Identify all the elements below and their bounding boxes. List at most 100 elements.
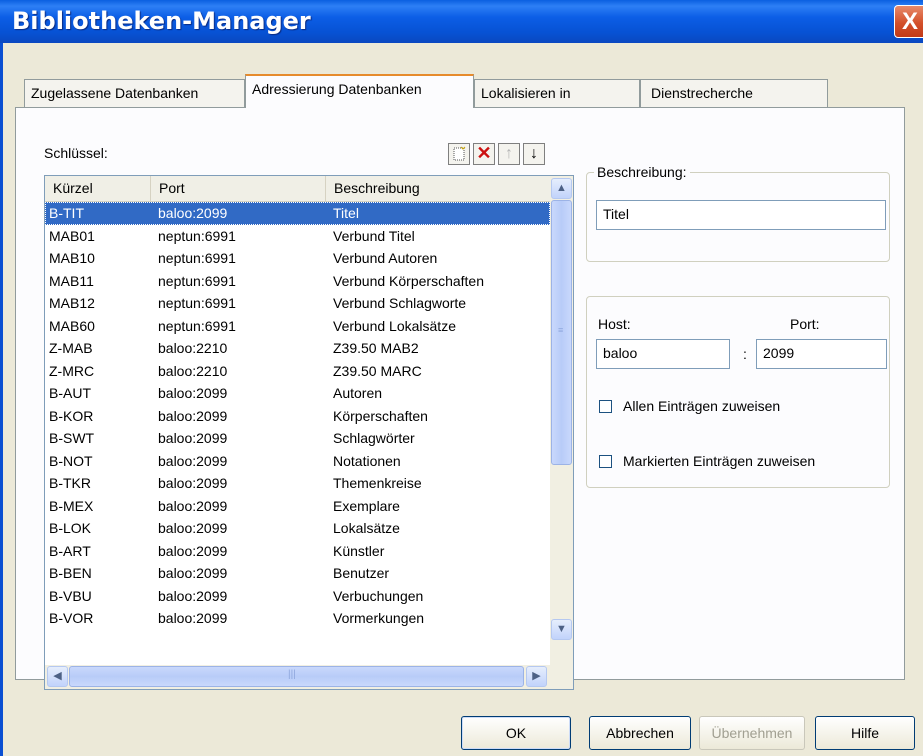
tab-adressierung-datenbanken[interactable]: Adressierung Datenbanken xyxy=(245,74,474,108)
ok-button[interactable]: OK xyxy=(461,716,571,750)
cell-beschreibung: Benutzer xyxy=(333,565,390,581)
assign-all-checkbox[interactable] xyxy=(599,400,612,413)
description-input[interactable]: Titel xyxy=(596,200,886,230)
scroll-down-button[interactable]: ▼ xyxy=(551,619,572,640)
chevron-left-icon: ◀ xyxy=(53,670,62,682)
table-row[interactable]: MAB10 neptun:6991 Verbund Autoren xyxy=(45,247,550,270)
cell-beschreibung: Verbund Titel xyxy=(333,227,415,244)
host-port-separator: : xyxy=(743,346,747,362)
cell-kuerzel: B-VBU xyxy=(49,587,92,604)
cell-kuerzel: MAB12 xyxy=(49,295,95,311)
table-row[interactable]: B-MEX baloo:2099 Exemplare xyxy=(45,495,550,518)
cell-beschreibung: Exemplare xyxy=(333,497,400,514)
cell-beschreibung: Verbund Körperschaften xyxy=(333,272,484,289)
help-button[interactable]: Hilfe xyxy=(815,716,915,750)
column-header-beschreibung[interactable]: Beschreibung xyxy=(326,176,550,201)
move-up-button[interactable]: ↑ xyxy=(498,143,520,165)
cell-kuerzel: B-BEN xyxy=(49,565,92,581)
arrow-down-icon: ↓ xyxy=(530,145,538,162)
table-row[interactable]: MAB60 neptun:6991 Verbund Lokalsätze xyxy=(45,315,550,338)
cell-beschreibung: Verbuchungen xyxy=(333,587,424,604)
cell-kuerzel: B-MEX xyxy=(49,497,94,514)
chevron-up-icon: ▲ xyxy=(556,182,567,194)
assign-marked-label: Markierten Einträgen zuweisen xyxy=(623,453,816,469)
port-label: Port: xyxy=(790,316,820,332)
table-row[interactable]: B-NOT baloo:2099 Notationen xyxy=(45,450,550,473)
cell-beschreibung: Künstler xyxy=(333,542,385,559)
cell-port: baloo:2099 xyxy=(158,205,228,221)
move-down-button[interactable]: ↓ xyxy=(523,143,545,165)
tab-label: Adressierung Datenbanken xyxy=(252,81,422,97)
host-input[interactable]: baloo xyxy=(596,339,730,369)
cell-port: neptun:6991 xyxy=(158,317,236,334)
table-row[interactable]: B-VOR baloo:2099 Vormerkungen xyxy=(45,607,550,630)
cell-beschreibung: Titel xyxy=(333,205,359,221)
cell-beschreibung: Z39.50 MARC xyxy=(333,362,422,379)
host-label: Host: xyxy=(598,316,631,332)
tab-lokalisieren-in[interactable]: Lokalisieren in xyxy=(474,79,640,107)
cell-beschreibung: Verbund Autoren xyxy=(333,250,438,266)
cancel-button[interactable]: Abbrechen xyxy=(589,716,691,750)
table-row[interactable]: B-SWT baloo:2099 Schlagwörter xyxy=(45,427,550,450)
keys-label: Schlüssel: xyxy=(44,145,108,161)
table-row[interactable]: B-AUT baloo:2099 Autoren xyxy=(45,382,550,405)
cell-beschreibung: Verbund Schlagworte xyxy=(333,295,467,311)
column-header-port[interactable]: Port xyxy=(151,176,326,201)
scroll-up-button[interactable]: ▲ xyxy=(551,178,572,199)
chevron-down-icon: ▼ xyxy=(556,623,567,635)
cell-beschreibung: Verbund Lokalsätze xyxy=(333,317,456,334)
tab-dienstrecherche[interactable]: Dienstrecherche xyxy=(640,79,828,107)
title-bar[interactable]: Bibliotheken-Manager X xyxy=(0,0,923,43)
table-row[interactable]: Z-MRC baloo:2210 Z39.50 MARC xyxy=(45,360,550,383)
cell-port: baloo:2099 xyxy=(158,407,228,424)
table-row[interactable]: Z-MAB baloo:2210 Z39.50 MAB2 xyxy=(45,337,550,360)
port-input[interactable]: 2099 xyxy=(756,339,887,369)
horizontal-scroll-thumb[interactable]: ||| xyxy=(69,666,524,687)
cell-port: baloo:2099 xyxy=(158,520,228,536)
cell-port: baloo:2099 xyxy=(158,452,228,469)
table-row[interactable]: MAB11 neptun:6991 Verbund Körperschaften xyxy=(45,270,550,293)
window-border xyxy=(0,43,3,756)
new-entry-button[interactable] xyxy=(448,143,470,165)
tab-zugelassene-datenbanken[interactable]: Zugelassene Datenbanken xyxy=(24,79,245,107)
table-row[interactable]: B-BEN baloo:2099 Benutzer xyxy=(45,562,550,585)
column-header-kuerzel[interactable]: Kürzel xyxy=(45,176,151,201)
cell-port: neptun:6991 xyxy=(158,272,236,289)
horizontal-scrollbar[interactable]: ◀ ||| ▶ xyxy=(45,665,550,689)
cell-port: baloo:2099 xyxy=(158,610,228,626)
cell-beschreibung: Themenkreise xyxy=(333,475,422,491)
table-row[interactable]: B-TIT baloo:2099 Titel xyxy=(45,202,550,225)
cell-port: baloo:2099 xyxy=(158,587,228,604)
table-row[interactable]: B-LOK baloo:2099 Lokalsätze xyxy=(45,517,550,540)
chevron-right-icon: ▶ xyxy=(532,670,541,682)
table-row[interactable]: B-ART baloo:2099 Künstler xyxy=(45,540,550,563)
delete-icon: ✕ xyxy=(476,143,492,163)
apply-button[interactable]: Übernehmen xyxy=(699,716,805,750)
cell-kuerzel: MAB10 xyxy=(49,250,95,266)
table-row[interactable]: MAB01 neptun:6991 Verbund Titel xyxy=(45,225,550,248)
assign-marked-checkbox[interactable] xyxy=(599,455,612,468)
close-button[interactable]: X xyxy=(894,5,923,38)
cell-port: baloo:2210 xyxy=(158,362,228,379)
cell-port: baloo:2099 xyxy=(158,430,228,446)
scroll-right-button[interactable]: ▶ xyxy=(526,666,547,687)
list-header: Kürzel Port Beschreibung xyxy=(45,176,550,202)
table-row[interactable]: B-KOR baloo:2099 Körperschaften xyxy=(45,405,550,428)
keys-list[interactable]: Kürzel Port Beschreibung B-TIT baloo:2099… xyxy=(44,175,574,690)
cell-kuerzel: B-TIT xyxy=(49,205,84,221)
vertical-scrollbar[interactable]: ▲ ≡ ▼ xyxy=(550,176,573,665)
table-row[interactable]: B-TKR baloo:2099 Themenkreise xyxy=(45,472,550,495)
scroll-left-button[interactable]: ◀ xyxy=(47,666,68,687)
delete-entry-button[interactable]: ✕ xyxy=(473,143,495,165)
tab-label: Dienstrecherche xyxy=(651,85,753,101)
tab-label: Zugelassene Datenbanken xyxy=(31,85,199,101)
cell-port: baloo:2099 xyxy=(158,565,228,581)
cell-kuerzel: B-ART xyxy=(49,542,91,559)
cell-port: neptun:6991 xyxy=(158,250,236,266)
cell-port: baloo:2099 xyxy=(158,542,228,559)
new-icon xyxy=(453,146,466,161)
cell-kuerzel: B-NOT xyxy=(49,452,93,469)
table-row[interactable]: B-VBU baloo:2099 Verbuchungen xyxy=(45,585,550,608)
vertical-scroll-thumb[interactable]: ≡ xyxy=(551,200,572,465)
table-row[interactable]: MAB12 neptun:6991 Verbund Schlagworte xyxy=(45,292,550,315)
